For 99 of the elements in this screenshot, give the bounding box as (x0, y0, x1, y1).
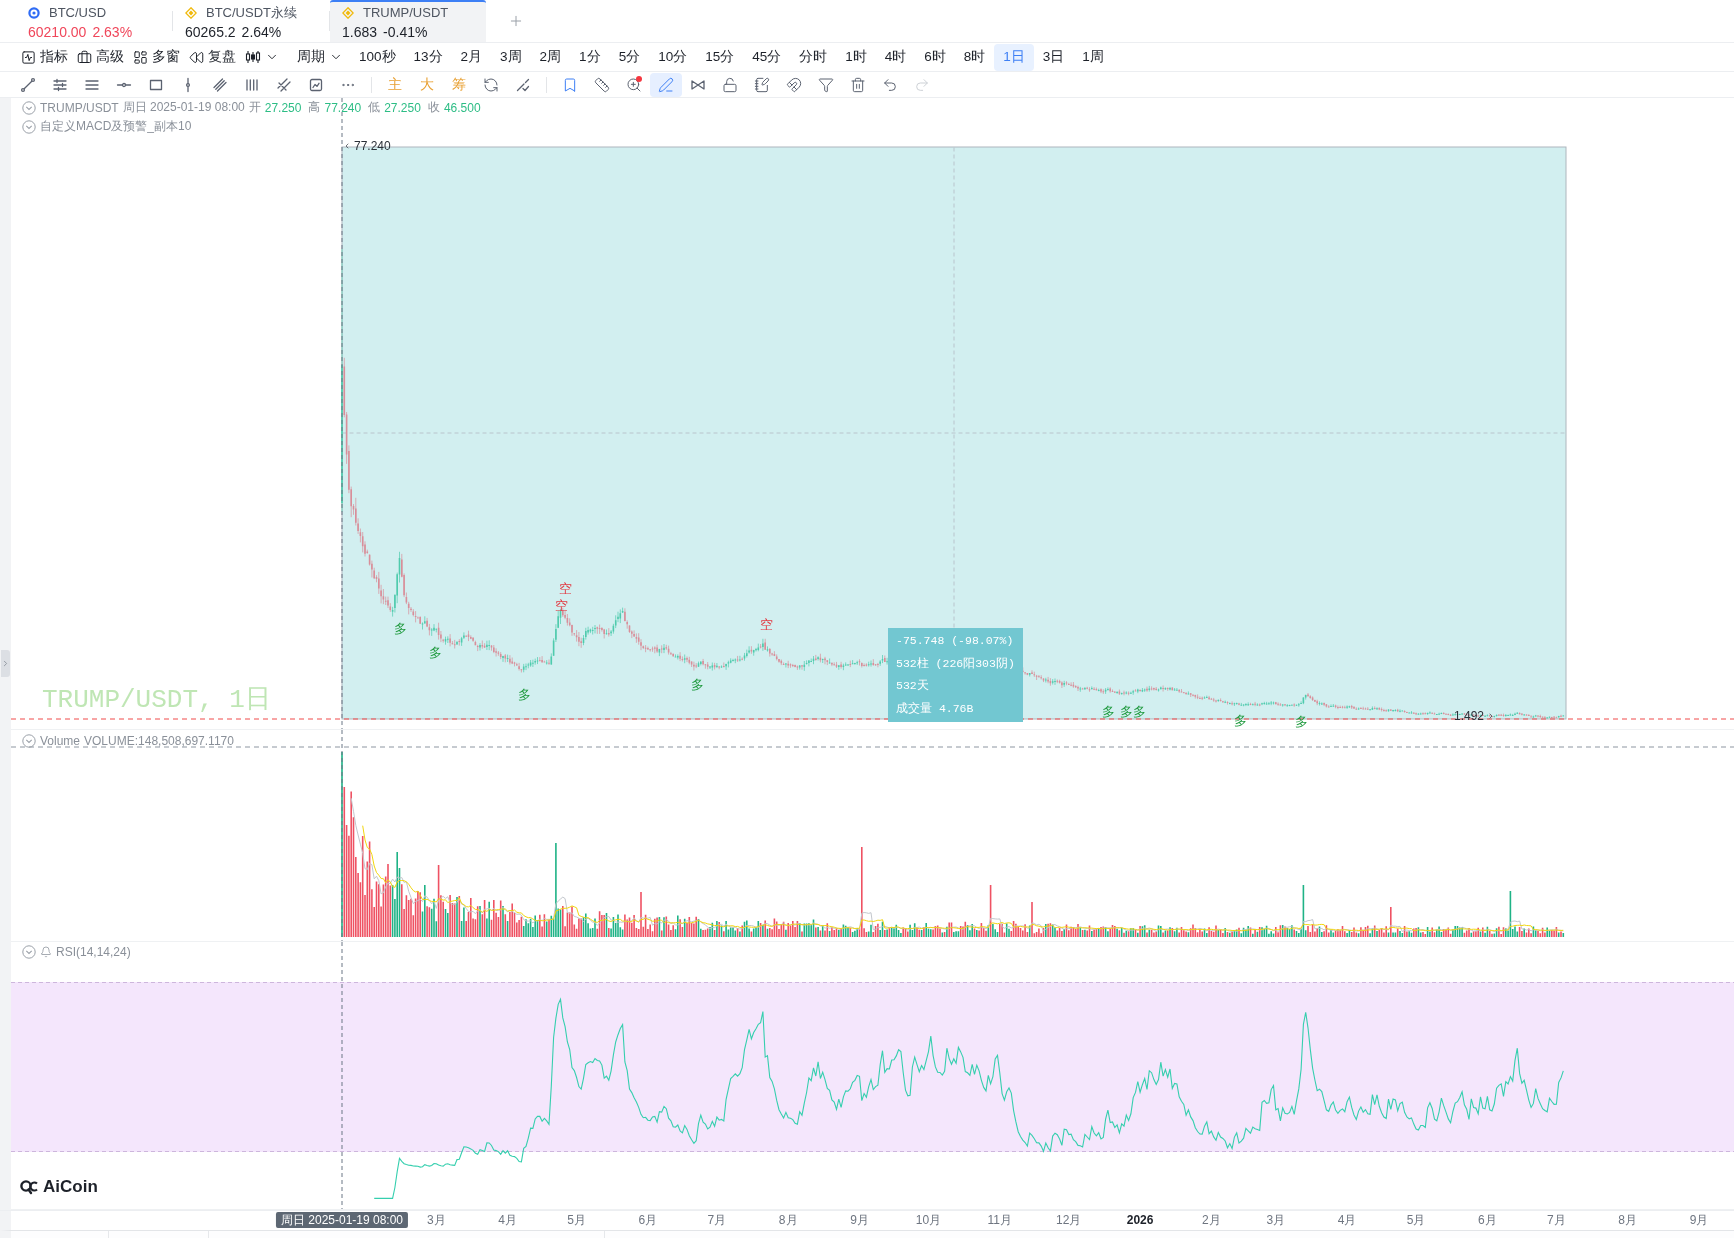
unlocked-padlock-icon[interactable] (722, 76, 738, 93)
period-tab[interactable]: 2月 (451, 43, 492, 71)
legend-symbol: TRUMP/USDT (40, 100, 119, 115)
period-tab[interactable]: 5分 (609, 43, 650, 71)
time-axis-label: 10月 (915, 1213, 942, 1228)
time-axis-label: 9月 (1689, 1213, 1709, 1228)
period-tab[interactable]: 3周 (491, 43, 531, 71)
time-axis-label: 5月 (1406, 1213, 1426, 1228)
tab-price: 1.683 (342, 23, 378, 40)
period-tab[interactable]: 13分 (404, 43, 452, 71)
period-tab[interactable]: 10分 (649, 43, 697, 71)
crossed-lines-icon[interactable] (276, 76, 292, 93)
legend-value: 27.250 (264, 100, 302, 115)
legend-value: 46.500 (443, 100, 481, 115)
legend-value: 77.240 (324, 100, 362, 115)
period-tab[interactable]: 1分 (570, 43, 610, 71)
candlestick-icon[interactable] (245, 50, 261, 64)
tab-change: 2.64% (241, 23, 282, 40)
time-axis-label: 3月 (426, 1213, 446, 1228)
ring-logo-icon (28, 6, 40, 19)
period-menu-button[interactable]: 周期 (295, 44, 345, 70)
tab-symbol: BTC/USDT永续 (206, 3, 297, 22)
tab-symbol: BTC/USD (49, 5, 107, 20)
tab-symbol: TRUMP/USDT (363, 5, 449, 20)
time-axis-label: 11月 (987, 1213, 1013, 1228)
advanced-button[interactable]: 高级 (75, 44, 126, 70)
vertical-bars-icon[interactable] (244, 76, 260, 93)
legend-label: 开 (248, 99, 261, 116)
period-tab[interactable]: 1时 (836, 43, 876, 71)
note-edit-icon[interactable] (754, 76, 770, 93)
time-axis-label: 4月 (1337, 1213, 1357, 1228)
period-tab[interactable]: 100秒 (350, 43, 405, 71)
symbol-tab[interactable]: TRUMP/USDT 1.683 -0.41% (330, 0, 486, 42)
time-axis-label: 8月 (1618, 1213, 1638, 1228)
period-tab[interactable]: 45分 (743, 43, 791, 71)
magnet-icon[interactable] (786, 76, 802, 93)
legend-time: 周日 2025-01-19 08:00 (122, 99, 245, 116)
period-tab[interactable]: 3日 (1033, 43, 1074, 71)
time-axis-label: 8月 (778, 1213, 798, 1228)
time-axis-label: 2026 (1126, 1213, 1154, 1228)
chart-symbol-label: TRUMP/USDT, 1日 (42, 684, 271, 716)
refresh-icon[interactable] (483, 76, 499, 93)
crosshair-time-label: 周日 2025-01-19 08:00 (275, 1212, 409, 1228)
symbol-tab[interactable]: BTC/USD 60210.00 2.63% (16, 0, 172, 42)
legend-value: 27.250 (384, 100, 421, 115)
period-tab[interactable]: 1日 (994, 43, 1034, 71)
time-axis-label: 6月 (638, 1213, 658, 1228)
period-tab[interactable]: 1周 (1073, 43, 1113, 71)
zoom-in-icon[interactable] (626, 76, 642, 93)
logo-text: AiCoin (43, 1177, 98, 1197)
period-tab[interactable]: 6时 (915, 43, 955, 71)
time-axis-label: 6月 (1478, 1213, 1497, 1228)
replay-button[interactable]: 复盘 (187, 44, 238, 70)
bookmark-icon[interactable] (562, 76, 578, 93)
bell-icon[interactable] (40, 945, 52, 958)
indicators-button[interactable]: 指标 (19, 44, 70, 70)
period-tab[interactable]: 4时 (875, 43, 916, 71)
tab-price: 60265.2 (185, 23, 236, 40)
trash-icon[interactable] (850, 76, 866, 93)
indicator-name: 自定义MACD及预警_副本10 (40, 118, 192, 135)
layout-icon[interactable] (133, 49, 148, 65)
volume-reading: VOLUME:148,508,697.1170 (84, 733, 234, 748)
time-axis-label: 4月 (498, 1213, 517, 1228)
chart-icon[interactable] (21, 49, 36, 65)
diamond-logo-icon (185, 6, 197, 19)
time-axis-label: 7月 (707, 1213, 727, 1228)
period-tab[interactable]: 15分 (696, 43, 744, 71)
parallel-lines-icon[interactable] (212, 76, 228, 93)
briefcase-icon[interactable] (77, 49, 92, 65)
diagonal-line-icon[interactable] (20, 76, 36, 93)
period-tab[interactable]: 分时 (790, 43, 837, 71)
framed-chart-icon[interactable] (308, 76, 324, 93)
diamond-logo-icon (342, 6, 354, 19)
filter-icon[interactable] (818, 76, 834, 93)
time-axis-label: 12月 (1056, 1213, 1082, 1228)
legend-label: 低 (368, 99, 381, 116)
tab-change: -0.41% (383, 23, 428, 40)
multi-window-button[interactable]: 多窗 (131, 44, 182, 70)
time-axis-label: 3月 (1266, 1213, 1286, 1228)
rewind-icon[interactable] (189, 49, 204, 65)
ruler-icon[interactable] (594, 76, 610, 93)
legend-label: 收 (427, 99, 440, 116)
period-tab[interactable]: 2周 (530, 43, 571, 71)
tab-price: 60210.00 (28, 23, 87, 40)
period-tab[interactable]: 8时 (954, 43, 995, 71)
horizontal-levels-icon[interactable] (52, 76, 68, 93)
time-axis-label: 9月 (850, 1213, 869, 1228)
sidebar-toggle[interactable] (1, 650, 10, 677)
pane-title: Volume (40, 733, 81, 748)
time-axis-label: 2月 (1202, 1213, 1221, 1228)
symbol-tab[interactable]: BTC/USDT永续 60265.2 2.64% (173, 0, 329, 42)
time-axis-label: 7月 (1547, 1213, 1566, 1228)
legend-label: 高 (308, 99, 321, 116)
tab-change: 2.63% (92, 23, 133, 40)
pane-title: RSI(14,14,24) (56, 944, 131, 959)
logo-icon (20, 1179, 38, 1195)
time-axis-label: 5月 (567, 1213, 586, 1228)
undo-icon[interactable] (882, 76, 898, 93)
line-check-icon[interactable] (515, 76, 531, 93)
